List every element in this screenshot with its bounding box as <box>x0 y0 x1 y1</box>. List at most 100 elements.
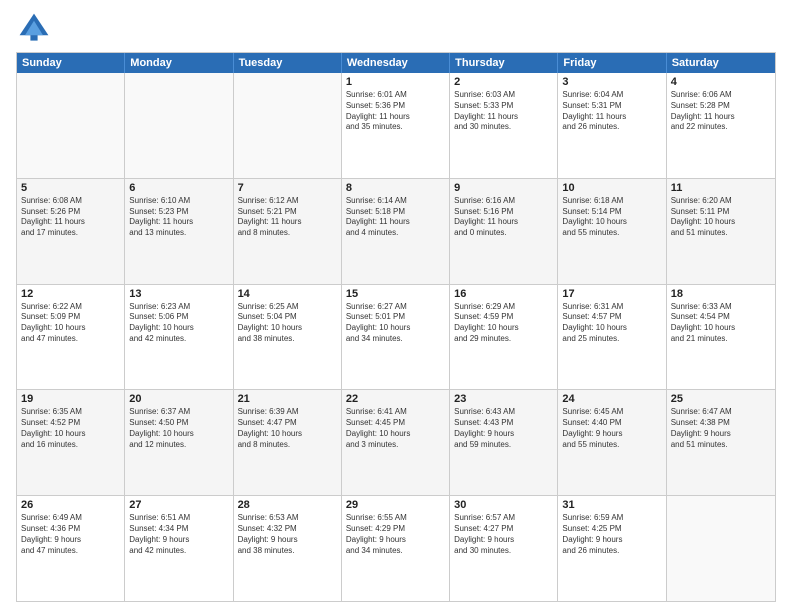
cell-line: and 34 minutes. <box>346 334 445 345</box>
cell-line: Daylight: 9 hours <box>562 535 661 546</box>
cell-line: Daylight: 11 hours <box>562 112 661 123</box>
cell-line: and 35 minutes. <box>346 122 445 133</box>
cell-line: Daylight: 10 hours <box>562 323 661 334</box>
cell-line: Sunset: 5:16 PM <box>454 207 553 218</box>
cell-line: Sunset: 4:38 PM <box>671 418 771 429</box>
day-number: 12 <box>21 288 120 300</box>
cell-line: and 16 minutes. <box>21 440 120 451</box>
cell-line: Sunset: 5:09 PM <box>21 312 120 323</box>
calendar-cell-r1c3: 8Sunrise: 6:14 AMSunset: 5:18 PMDaylight… <box>342 179 450 284</box>
cell-line: Sunset: 4:29 PM <box>346 524 445 535</box>
cell-line: Sunrise: 6:27 AM <box>346 302 445 313</box>
cell-line: Daylight: 10 hours <box>21 429 120 440</box>
cell-line: Daylight: 10 hours <box>454 323 553 334</box>
cell-line: Sunrise: 6:49 AM <box>21 513 120 524</box>
calendar-cell-r2c4: 16 Sunrise: 6:29 AMSunset: 4:59 PMDayligh… <box>450 285 558 390</box>
cell-line: and 25 minutes. <box>562 334 661 345</box>
cell-line: and 55 minutes. <box>562 228 661 239</box>
day-number: 29 <box>346 499 445 511</box>
cell-line: Sunrise: 6:33 AM <box>671 302 771 313</box>
header-day-friday: Friday <box>558 53 666 73</box>
cell-line: and 38 minutes. <box>238 334 337 345</box>
cell-line: Daylight: 11 hours <box>454 217 553 228</box>
calendar-cell-r1c5: 10Sunrise: 6:18 AMSunset: 5:14 PMDayligh… <box>558 179 666 284</box>
day-number: 16 <box>454 288 553 300</box>
cell-line: Sunset: 5:14 PM <box>562 207 661 218</box>
cell-line: Sunrise: 6:31 AM <box>562 302 661 313</box>
day-number: 10 <box>562 182 661 194</box>
cell-line: and 47 minutes. <box>21 546 120 557</box>
calendar-body: 1Sunrise: 6:01 AMSunset: 5:36 PMDaylight… <box>17 73 775 601</box>
cell-line: Sunrise: 6:59 AM <box>562 513 661 524</box>
header-day-wednesday: Wednesday <box>342 53 450 73</box>
calendar-cell-r0c1 <box>125 73 233 178</box>
day-number: 30 <box>454 499 553 511</box>
day-number: 24 <box>562 393 661 405</box>
day-number: 1 <box>346 76 445 88</box>
calendar-cell-r4c4: 30Sunrise: 6:57 AMSunset: 4:27 PMDayligh… <box>450 496 558 601</box>
calendar-cell-r2c6: 18Sunrise: 6:33 AMSunset: 4:54 PMDayligh… <box>667 285 775 390</box>
cell-line: and 12 minutes. <box>129 440 228 451</box>
cell-line: Sunset: 4:59 PM <box>454 312 553 323</box>
day-number: 27 <box>129 499 228 511</box>
calendar-row-2: 12Sunrise: 6:22 AMSunset: 5:09 PMDayligh… <box>17 284 775 390</box>
calendar-cell-r1c4: 9Sunrise: 6:16 AMSunset: 5:16 PMDaylight… <box>450 179 558 284</box>
calendar-cell-r3c2: 21Sunrise: 6:39 AMSunset: 4:47 PMDayligh… <box>234 390 342 495</box>
cell-line: Sunrise: 6:25 AM <box>238 302 337 313</box>
cell-line: and 42 minutes. <box>129 546 228 557</box>
cell-line: and 0 minutes. <box>454 228 553 239</box>
cell-line: Daylight: 9 hours <box>238 535 337 546</box>
cell-line: and 21 minutes. <box>671 334 771 345</box>
cell-line: Sunset: 5:28 PM <box>671 101 771 112</box>
day-number: 15 <box>346 288 445 300</box>
cell-line: Daylight: 9 hours <box>562 429 661 440</box>
day-number: 25 <box>671 393 771 405</box>
cell-line: Sunset: 4:52 PM <box>21 418 120 429</box>
day-number: 19 <box>21 393 120 405</box>
cell-line: Sunset: 4:36 PM <box>21 524 120 535</box>
calendar-cell-r2c3: 15Sunrise: 6:27 AMSunset: 5:01 PMDayligh… <box>342 285 450 390</box>
cell-line: and 3 minutes. <box>346 440 445 451</box>
calendar-row-3: 19Sunrise: 6:35 AMSunset: 4:52 PMDayligh… <box>17 389 775 495</box>
calendar: SundayMondayTuesdayWednesdayThursdayFrid… <box>16 52 776 602</box>
cell-line: Sunset: 5:18 PM <box>346 207 445 218</box>
cell-line: Sunrise: 6:47 AM <box>671 407 771 418</box>
day-number: 7 <box>238 182 337 194</box>
calendar-row-1: 5Sunrise: 6:08 AMSunset: 5:26 PMDaylight… <box>17 178 775 284</box>
day-number: 13 <box>129 288 228 300</box>
cell-line: and 47 minutes. <box>21 334 120 345</box>
calendar-cell-r4c1: 27Sunrise: 6:51 AMSunset: 4:34 PMDayligh… <box>125 496 233 601</box>
cell-line: Sunrise: 6:10 AM <box>129 196 228 207</box>
day-number: 26 <box>21 499 120 511</box>
calendar-cell-r3c6: 25Sunrise: 6:47 AMSunset: 4:38 PMDayligh… <box>667 390 775 495</box>
calendar-cell-r1c1: 6Sunrise: 6:10 AMSunset: 5:23 PMDaylight… <box>125 179 233 284</box>
day-number: 21 <box>238 393 337 405</box>
page: SundayMondayTuesdayWednesdayThursdayFrid… <box>0 0 792 612</box>
cell-line: Daylight: 10 hours <box>129 323 228 334</box>
cell-line: Daylight: 10 hours <box>671 217 771 228</box>
cell-line: Daylight: 9 hours <box>454 429 553 440</box>
cell-line: Sunrise: 6:04 AM <box>562 90 661 101</box>
calendar-cell-r4c3: 29Sunrise: 6:55 AMSunset: 4:29 PMDayligh… <box>342 496 450 601</box>
cell-line: and 17 minutes. <box>21 228 120 239</box>
cell-line: and 59 minutes. <box>454 440 553 451</box>
cell-line: Daylight: 10 hours <box>238 323 337 334</box>
cell-line: Sunrise: 6:29 AM <box>454 302 553 313</box>
day-number: 5 <box>21 182 120 194</box>
cell-line: Sunset: 5:26 PM <box>21 207 120 218</box>
day-number: 22 <box>346 393 445 405</box>
day-number: 6 <box>129 182 228 194</box>
calendar-cell-r0c4: 2Sunrise: 6:03 AMSunset: 5:33 PMDaylight… <box>450 73 558 178</box>
calendar-cell-r0c0 <box>17 73 125 178</box>
cell-line: and 42 minutes. <box>129 334 228 345</box>
cell-line: and 22 minutes. <box>671 122 771 133</box>
day-number: 28 <box>238 499 337 511</box>
cell-line: Sunrise: 6:20 AM <box>671 196 771 207</box>
cell-line: Daylight: 10 hours <box>129 429 228 440</box>
calendar-cell-r1c2: 7Sunrise: 6:12 AMSunset: 5:21 PMDaylight… <box>234 179 342 284</box>
header-day-monday: Monday <box>125 53 233 73</box>
cell-line: Sunset: 4:34 PM <box>129 524 228 535</box>
calendar-cell-r2c5: 17Sunrise: 6:31 AMSunset: 4:57 PMDayligh… <box>558 285 666 390</box>
cell-line: Sunrise: 6:51 AM <box>129 513 228 524</box>
cell-line: Sunrise: 6:43 AM <box>454 407 553 418</box>
